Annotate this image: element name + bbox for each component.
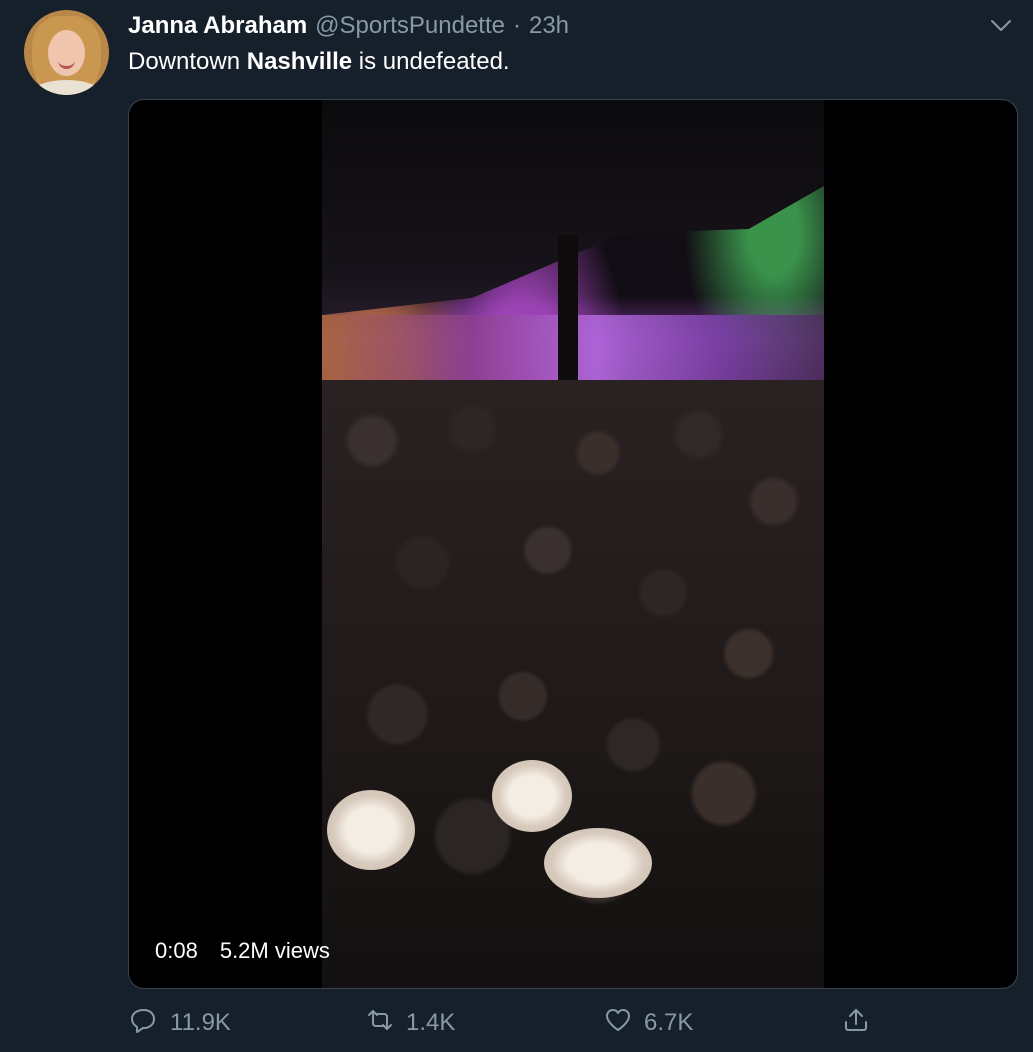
heart-icon [604,1006,632,1041]
tweet-text-before: Downtown [128,48,247,75]
tweet-text: Downtown Nashville is undefeated. [128,48,510,76]
retweet-icon [366,1006,394,1041]
video-player[interactable]: 0:08 5.2M views [128,99,1018,989]
tweet-text-after: is undefeated. [352,48,510,75]
share-icon [842,1006,870,1041]
tweet-actions: 11.9K 1.4K 6.7K [130,1006,870,1040]
reply-count: 11.9K [170,1009,231,1036]
like-count: 6.7K [644,1009,694,1036]
author-name[interactable]: Janna Abraham [128,12,307,40]
chevron-down-icon[interactable] [987,12,1015,40]
video-views: 5.2M views [219,938,330,963]
tweet-header: Janna Abraham @SportsPundette · 23h [128,10,569,42]
cowboy-hat [492,760,572,832]
like-button[interactable]: 6.7K [604,1006,693,1040]
share-button[interactable] [842,1006,870,1040]
video-crowd [322,380,824,988]
video-duration: 0:08 [155,938,198,963]
avatar[interactable] [24,10,109,95]
reply-button[interactable]: 11.9K [130,1006,231,1040]
separator-dot: · [512,12,521,39]
video-frame[interactable] [322,100,824,988]
retweet-count: 1.4K [406,1009,456,1036]
cowboy-hat [544,828,652,898]
reply-icon [130,1006,158,1041]
avatar-face [48,30,85,76]
tweet-text-hashtag-bold[interactable]: Nashville [247,48,352,75]
tweet-timestamp[interactable]: 23h [529,12,569,40]
author-handle[interactable]: @SportsPundette [315,12,505,40]
retweet-button[interactable]: 1.4K [366,1006,455,1040]
cowboy-hat [327,790,415,870]
video-meta: 0:08 5.2M views [155,938,330,964]
